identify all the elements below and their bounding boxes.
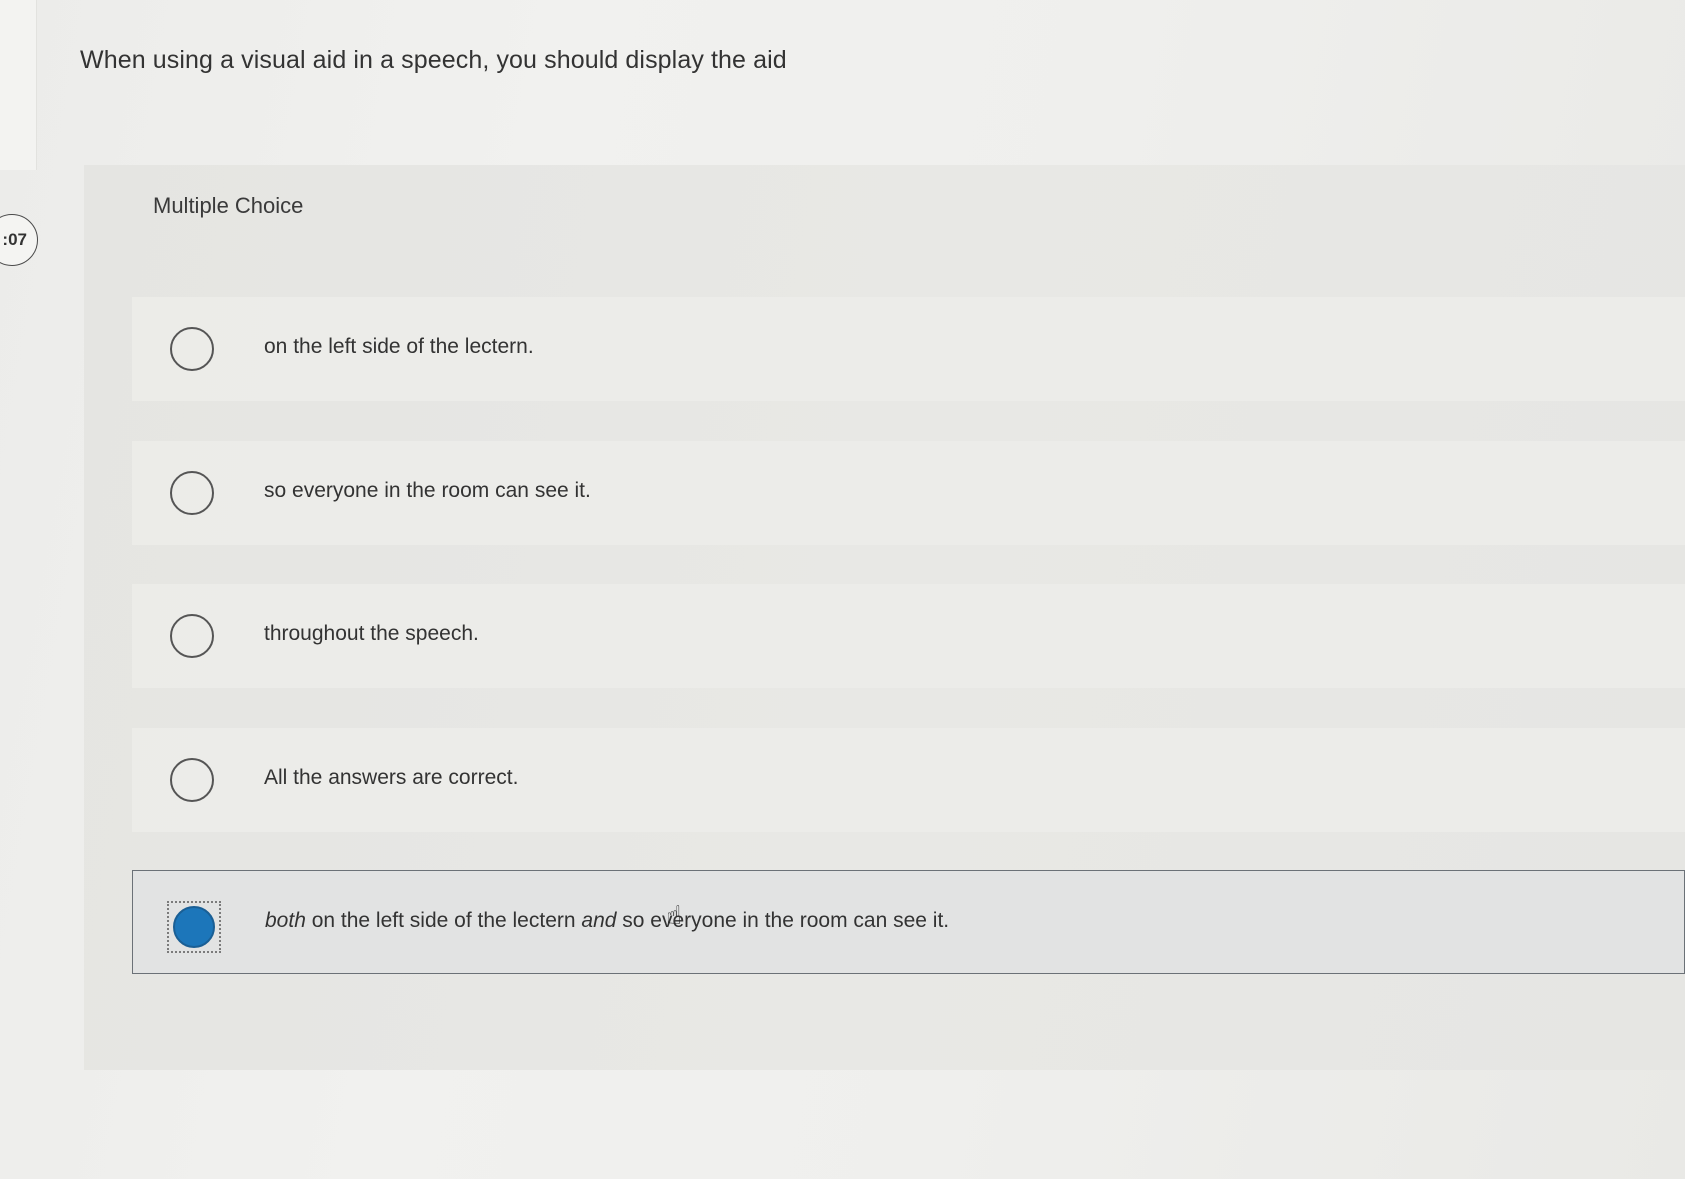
radio-focus-ring[interactable] (167, 901, 221, 953)
answer-option-label: throughout the speech. (264, 622, 479, 645)
answer-option-1[interactable]: on the left side of the lectern. (132, 297, 1685, 401)
answer-option-label: on the left side of the lectern. (264, 335, 534, 358)
hand-pointer-icon: ☝ (666, 900, 682, 930)
timer-badge[interactable]: :07 (0, 214, 38, 266)
question-type-label: Multiple Choice (153, 193, 304, 218)
radio-button[interactable] (170, 614, 214, 658)
radio-button[interactable] (170, 471, 214, 515)
left-strip (0, 0, 37, 170)
label-emphasis-and: and (581, 909, 617, 932)
answer-option-label: both on the left side of the lectern and… (265, 909, 949, 933)
radio-button-selected[interactable] (173, 906, 215, 948)
question-text: When using a visual aid in a speech, you… (80, 46, 787, 74)
answer-option-2[interactable]: so everyone in the room can see it. (132, 441, 1685, 545)
answer-option-label: so everyone in the room can see it. (264, 479, 591, 502)
label-text-part: on the left side of the lectern (305, 909, 582, 932)
timer-text: :07 (2, 230, 27, 249)
answer-option-5[interactable]: both on the left side of the lectern and… (132, 870, 1685, 974)
answer-option-label: All the answers are correct. (264, 766, 519, 789)
radio-button[interactable] (170, 327, 214, 371)
radio-button[interactable] (170, 758, 214, 802)
answer-option-4[interactable]: All the answers are correct. (132, 728, 1685, 832)
label-emphasis-both: both (265, 909, 306, 932)
answer-option-3[interactable]: throughout the speech. (132, 584, 1685, 688)
